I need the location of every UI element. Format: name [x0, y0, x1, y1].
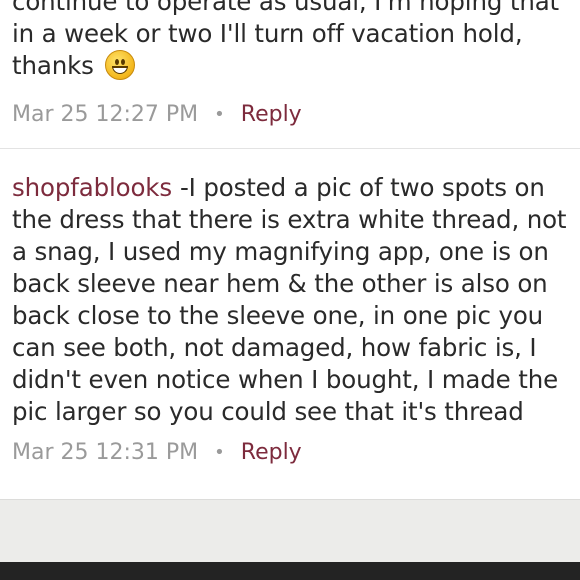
comment-meta: Mar 25 12:27 PM • Reply — [12, 100, 302, 130]
comment-timestamp: Mar 25 12:31 PM — [12, 440, 199, 465]
comment-1: continue to operate as usual, I'm hoping… — [0, 0, 580, 148]
comment-footer-area — [0, 500, 580, 562]
comment-meta: Mar 25 12:31 PM • Reply — [12, 438, 302, 468]
comment-text: continue to operate as usual, I'm hoping… — [12, 0, 560, 80]
comment-timestamp: Mar 25 12:27 PM — [12, 102, 199, 127]
bottom-bar — [0, 562, 580, 580]
comment-text: shopfablooks -I posted a pic of two spots… — [12, 173, 567, 426]
meta-separator: • — [214, 104, 225, 125]
comment-2: shopfablooks -I posted a pic of two spots… — [0, 149, 580, 486]
reply-link[interactable]: Reply — [241, 100, 302, 130]
reply-link[interactable]: Reply — [241, 438, 302, 468]
meta-separator: • — [214, 442, 225, 463]
grinning-face-emoji-icon — [105, 50, 136, 80]
comment-username-link[interactable]: shopfablooks — [12, 173, 172, 202]
